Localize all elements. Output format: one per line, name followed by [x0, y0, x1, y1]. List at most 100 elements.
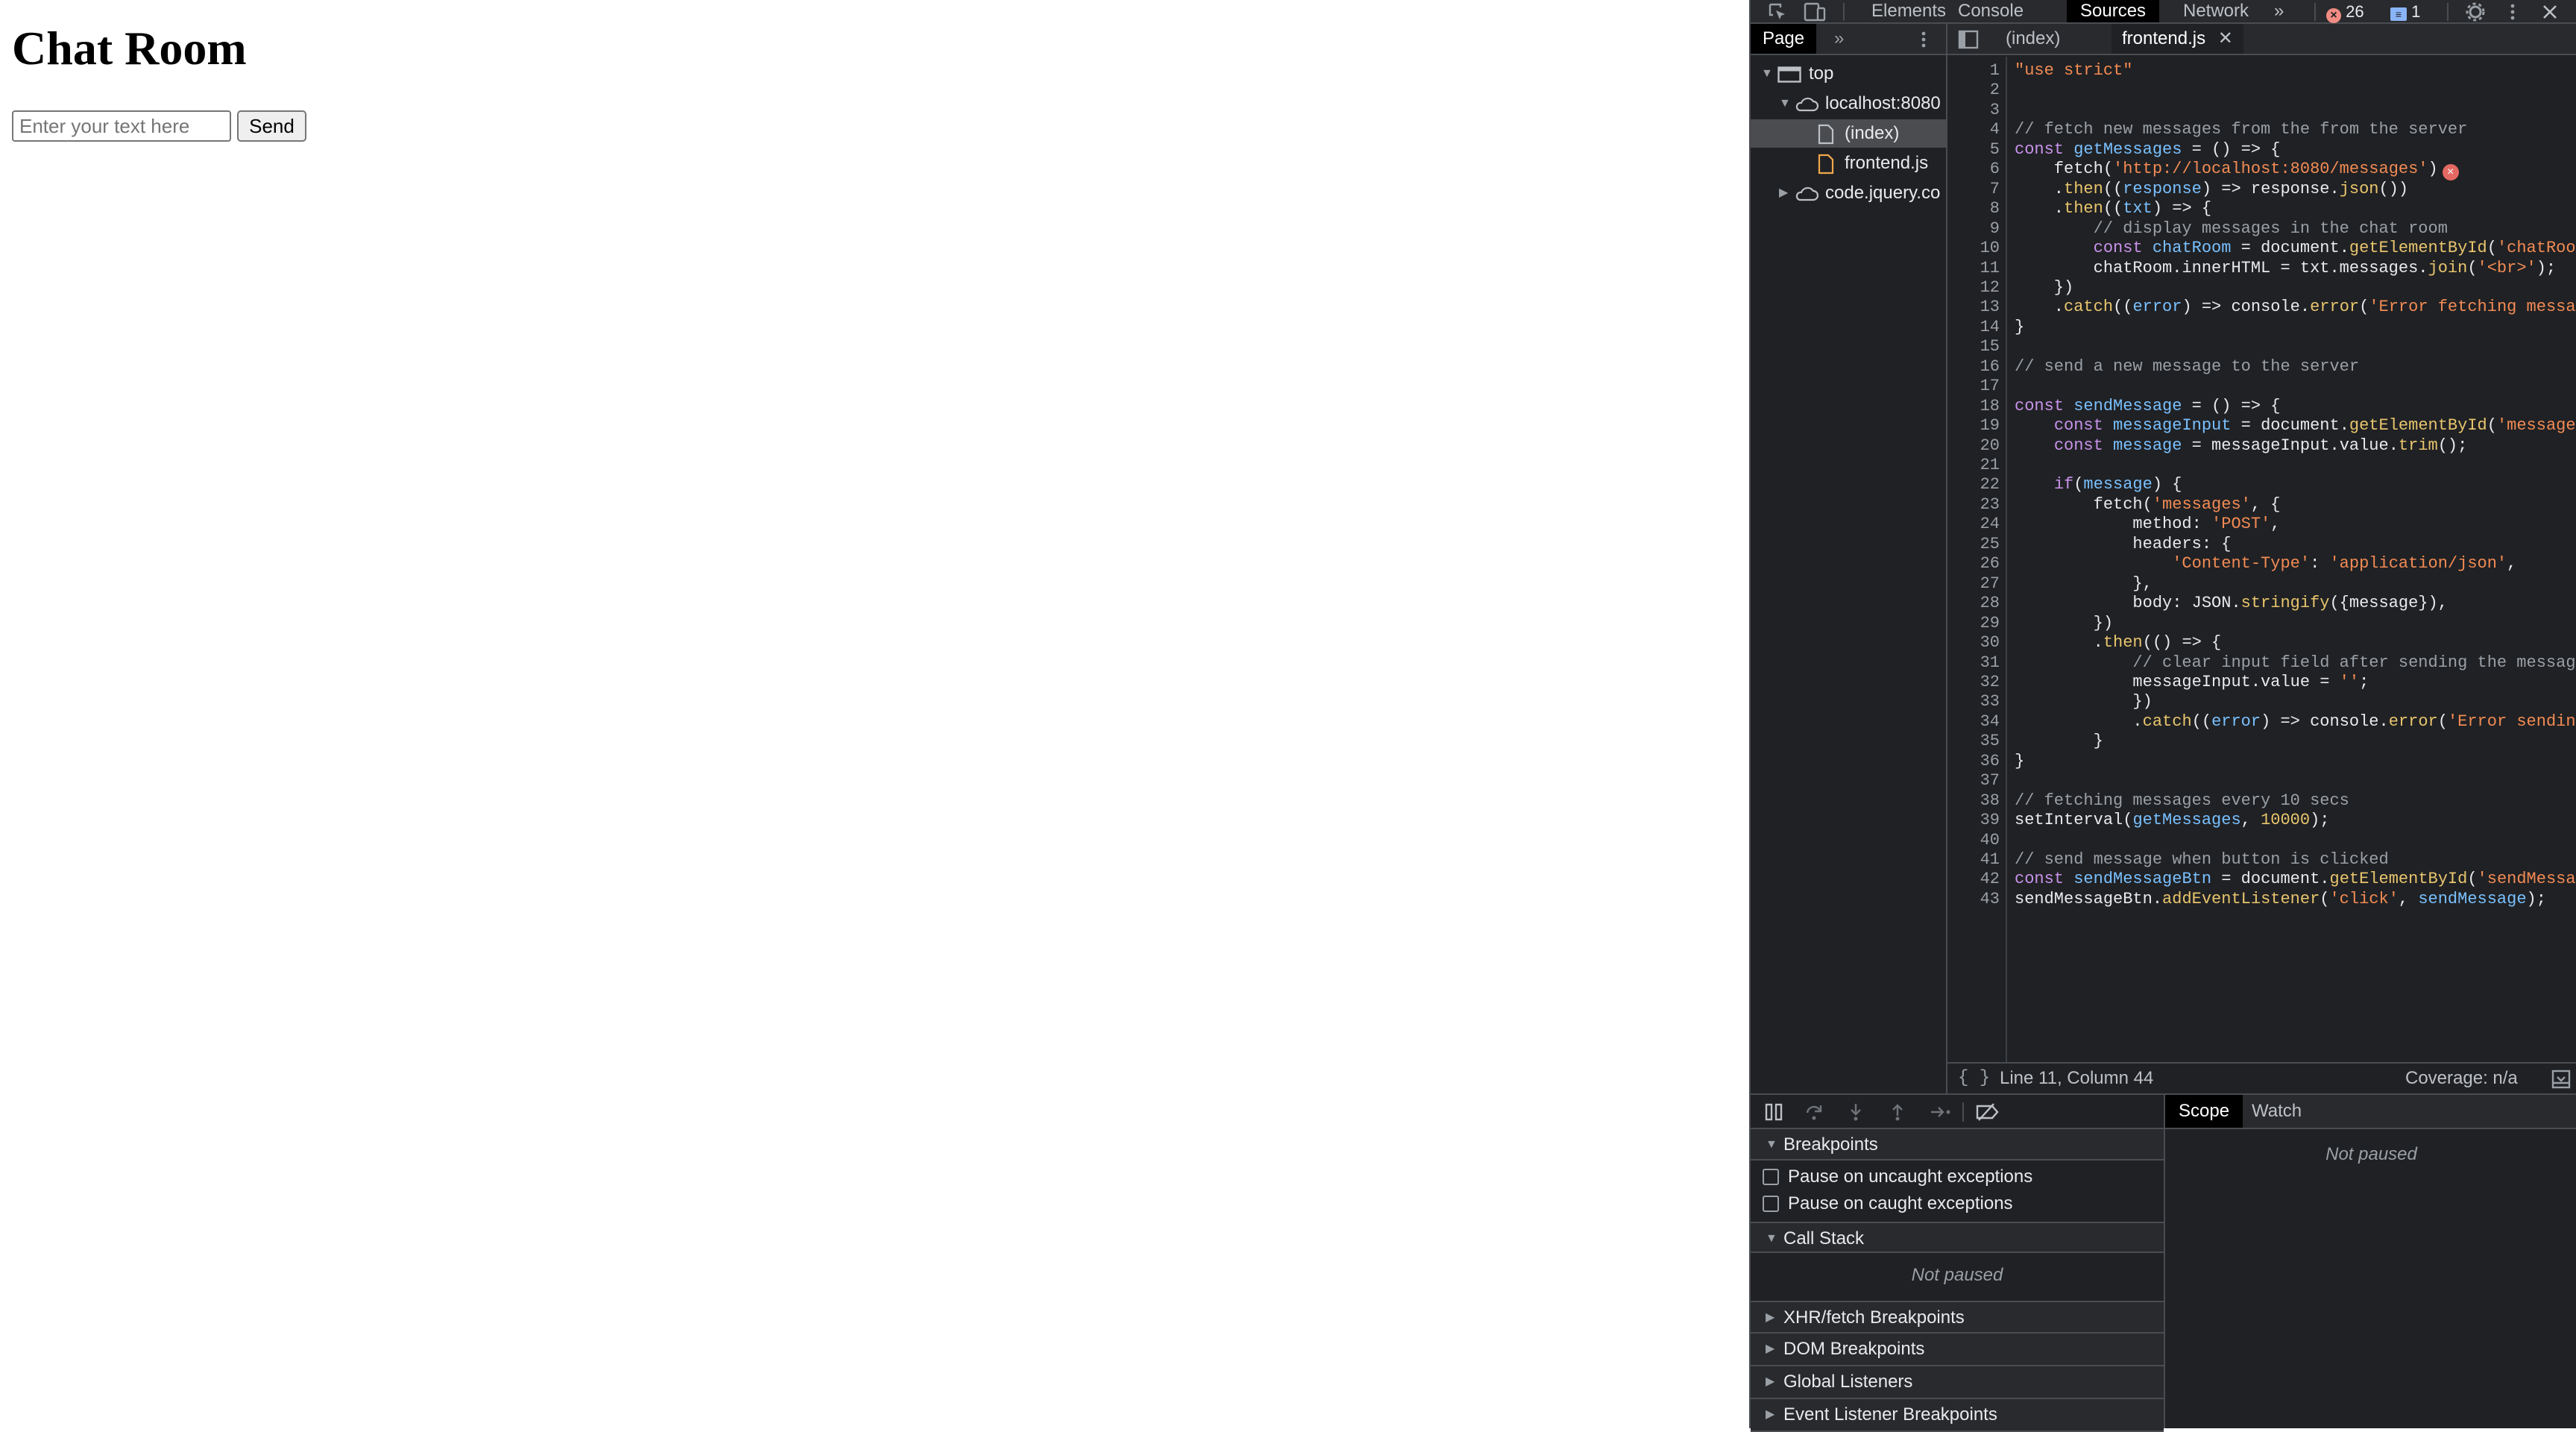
message-input[interactable]	[12, 110, 231, 142]
line-number[interactable]: 4	[1990, 120, 2000, 139]
line-number[interactable]: 13	[1980, 298, 2000, 317]
close-tab-icon[interactable]: ✕	[2218, 28, 2233, 48]
line-number[interactable]: 32	[1980, 673, 2000, 692]
line-number[interactable]: 21	[1980, 456, 2000, 475]
event-listener-breakpoints-header[interactable]: ▶ Event Listener Breakpoints	[1751, 1399, 2164, 1432]
line-number[interactable]: 16	[1980, 357, 2000, 377]
navigator-more-tabs[interactable]: »	[1834, 24, 1844, 54]
line-number[interactable]: 25	[1980, 535, 2000, 554]
line-number[interactable]: 2	[1990, 81, 2000, 100]
tree-item-frontend-js[interactable]: frontend.js	[1751, 149, 1946, 178]
tree-label: (index)	[1845, 123, 1900, 143]
toggle-navigator-icon[interactable]	[1958, 30, 1979, 49]
close-icon[interactable]	[2541, 3, 2559, 21]
message-count-badge[interactable]: ≡ 1	[2390, 3, 2420, 21]
editor-tab-index[interactable]: (index)	[1995, 24, 2070, 54]
line-number[interactable]: 11	[1980, 259, 2000, 278]
tab-sources[interactable]: Sources	[2067, 0, 2160, 22]
breakpoints-section-header[interactable]: ▼ Breakpoints	[1751, 1129, 2164, 1161]
line-number[interactable]: 7	[1990, 180, 2000, 199]
pause-uncaught-row[interactable]: Pause on uncaught exceptions	[1751, 1164, 2164, 1190]
device-toolbar-icon[interactable]	[1803, 1, 1827, 22]
editor-tab-label: frontend.js	[2122, 28, 2206, 48]
pause-caught-checkbox[interactable]	[1763, 1196, 1779, 1212]
line-number[interactable]: 40	[1980, 831, 2000, 850]
line-number[interactable]: 41	[1980, 850, 2000, 870]
pause-icon[interactable]	[1764, 1102, 1783, 1122]
call-stack-section-header[interactable]: ▼ Call Stack	[1751, 1222, 2164, 1253]
line-number[interactable]: 34	[1980, 712, 2000, 732]
line-number[interactable]: 14	[1980, 318, 2000, 337]
tree-item-code-jquery[interactable]: ▶ code.jquery.co	[1751, 179, 1946, 207]
code-line: })	[2015, 613, 2114, 632]
line-number[interactable]: 35	[1980, 732, 2000, 751]
line-number[interactable]: 20	[1980, 436, 2000, 456]
deactivate-breakpoints-icon[interactable]	[1974, 1102, 2000, 1122]
tree-label: frontend.js	[1845, 153, 1929, 173]
tree-item-localhost[interactable]: ▼ localhost:8080	[1751, 90, 1946, 118]
line-number[interactable]: 3	[1990, 101, 2000, 120]
line-number[interactable]: 22	[1980, 475, 2000, 494]
pause-caught-row[interactable]: Pause on caught exceptions	[1751, 1190, 2164, 1217]
line-number[interactable]: 33	[1980, 692, 2000, 712]
line-number[interactable]: 24	[1980, 515, 2000, 534]
step-into-icon[interactable]	[1846, 1102, 1865, 1122]
line-number[interactable]: 38	[1980, 791, 2000, 811]
kebab-menu-icon[interactable]	[2508, 1, 2517, 22]
line-number[interactable]: 17	[1980, 377, 2000, 396]
error-marker-icon[interactable]: ×	[2442, 164, 2459, 181]
pause-caught-label: Pause on caught exceptions	[1788, 1193, 2013, 1213]
line-number[interactable]: 6	[1990, 160, 2000, 179]
pause-uncaught-checkbox[interactable]	[1763, 1169, 1779, 1185]
more-tabs-button[interactable]: »	[2274, 0, 2284, 22]
tab-page[interactable]: Page	[1751, 24, 1817, 54]
navigator-menu-icon[interactable]	[1919, 30, 1928, 49]
line-number[interactable]: 39	[1980, 811, 2000, 830]
line-number[interactable]: 5	[1990, 140, 2000, 160]
step-icon[interactable]	[1930, 1102, 1952, 1122]
line-number[interactable]: 31	[1980, 653, 2000, 673]
step-over-icon[interactable]	[1804, 1102, 1824, 1122]
line-number[interactable]: 18	[1980, 397, 2000, 416]
pretty-print-icon[interactable]: { }	[1958, 1064, 1990, 1093]
xhr-breakpoints-header[interactable]: ▶ XHR/fetch Breakpoints	[1751, 1301, 2164, 1334]
line-number[interactable]: 10	[1980, 239, 2000, 258]
line-number[interactable]: 26	[1980, 554, 2000, 574]
frame-icon	[1777, 66, 1801, 83]
line-number[interactable]: 15	[1980, 337, 2000, 357]
line-number[interactable]: 28	[1980, 594, 2000, 613]
code-line: })	[2015, 692, 2153, 712]
inspect-element-icon[interactable]	[1767, 1, 1788, 22]
tab-elements[interactable]: Elements	[1871, 0, 1946, 22]
tab-console[interactable]: Console	[1958, 0, 2024, 22]
line-number[interactable]: 23	[1980, 495, 2000, 515]
code-content[interactable]: "use strict" // fetch new messages from t…	[2009, 57, 2576, 1074]
line-number[interactable]: 1	[1990, 61, 2000, 81]
show-drawer-icon[interactable]	[2551, 1070, 2571, 1089]
line-number[interactable]: 29	[1980, 614, 2000, 633]
line-number[interactable]: 42	[1980, 870, 2000, 889]
scope-watch-pane: Scope Watch Not paused	[2165, 1095, 2576, 1428]
line-number[interactable]: 19	[1980, 416, 2000, 436]
global-listeners-header[interactable]: ▶ Global Listeners	[1751, 1366, 2164, 1399]
dom-breakpoints-header[interactable]: ▶ DOM Breakpoints	[1751, 1334, 2164, 1366]
tree-item-top[interactable]: ▼ top	[1751, 60, 1946, 88]
line-number[interactable]: 12	[1980, 278, 2000, 298]
line-number[interactable]: 9	[1990, 219, 2000, 239]
tab-network[interactable]: Network	[2183, 0, 2249, 22]
line-number[interactable]: 27	[1980, 574, 2000, 594]
error-count-badge[interactable]: × 26	[2326, 3, 2364, 23]
editor-tab-frontend-js[interactable]: frontend.js ✕	[2111, 24, 2243, 54]
line-number[interactable]: 8	[1990, 199, 2000, 219]
line-number[interactable]: 36	[1980, 752, 2000, 771]
tab-scope[interactable]: Scope	[2165, 1095, 2243, 1128]
send-button[interactable]: Send	[237, 110, 306, 142]
line-number[interactable]: 37	[1980, 771, 2000, 791]
tab-watch[interactable]: Watch	[2252, 1095, 2302, 1128]
line-number[interactable]: 43	[1980, 890, 2000, 909]
code-line: // clear input field after sending the m…	[2015, 653, 2576, 672]
settings-gear-icon[interactable]	[2465, 1, 2486, 22]
tree-item-index[interactable]: (index)	[1751, 119, 1946, 148]
step-out-icon[interactable]	[1888, 1102, 1907, 1122]
line-number[interactable]: 30	[1980, 633, 2000, 653]
